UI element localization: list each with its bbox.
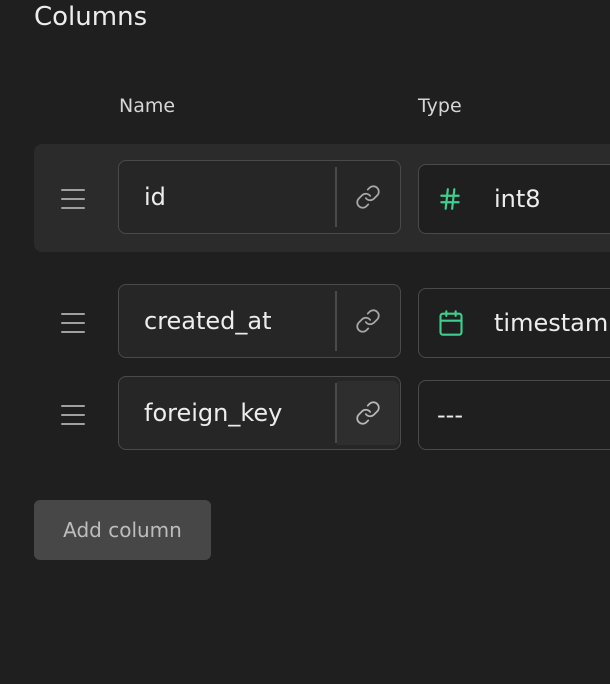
column-name-value: created_at xyxy=(144,307,272,335)
column-type-select[interactable]: --- xyxy=(418,380,610,450)
link-icon xyxy=(356,185,380,209)
drag-handle-icon[interactable] xyxy=(61,189,85,209)
calendar-icon xyxy=(437,289,465,357)
type-column-header: Type xyxy=(418,95,462,117)
add-column-button[interactable]: Add column xyxy=(34,500,211,560)
drag-handle-icon[interactable] xyxy=(61,405,85,425)
foreign-key-link-button[interactable] xyxy=(337,289,399,353)
column-name-value: foreign_key xyxy=(144,399,283,427)
foreign-key-link-button[interactable] xyxy=(337,165,399,229)
column-name-input[interactable]: created_at xyxy=(118,284,401,358)
section-title: Columns xyxy=(34,2,148,32)
hash-icon xyxy=(437,165,463,233)
foreign-key-link-button[interactable] xyxy=(337,381,399,445)
column-name-input[interactable]: id xyxy=(118,160,401,234)
column-type-value: timestamp xyxy=(494,309,610,337)
column-type-select[interactable]: int8 xyxy=(418,164,610,234)
column-type-value: int8 xyxy=(494,185,541,213)
column-name-input[interactable]: foreign_key xyxy=(118,376,401,450)
column-type-value: --- xyxy=(437,401,463,429)
link-icon xyxy=(356,401,380,425)
column-type-select[interactable]: timestamp xyxy=(418,288,610,358)
link-icon xyxy=(356,309,380,333)
column-name-value: id xyxy=(144,183,166,211)
column-row: foreign_key --- xyxy=(34,360,610,468)
columns-panel: Columns Name Type id int8 created_at tim… xyxy=(0,0,610,684)
name-column-header: Name xyxy=(119,95,176,117)
drag-handle-icon[interactable] xyxy=(61,313,85,333)
column-row: id int8 xyxy=(34,144,610,252)
